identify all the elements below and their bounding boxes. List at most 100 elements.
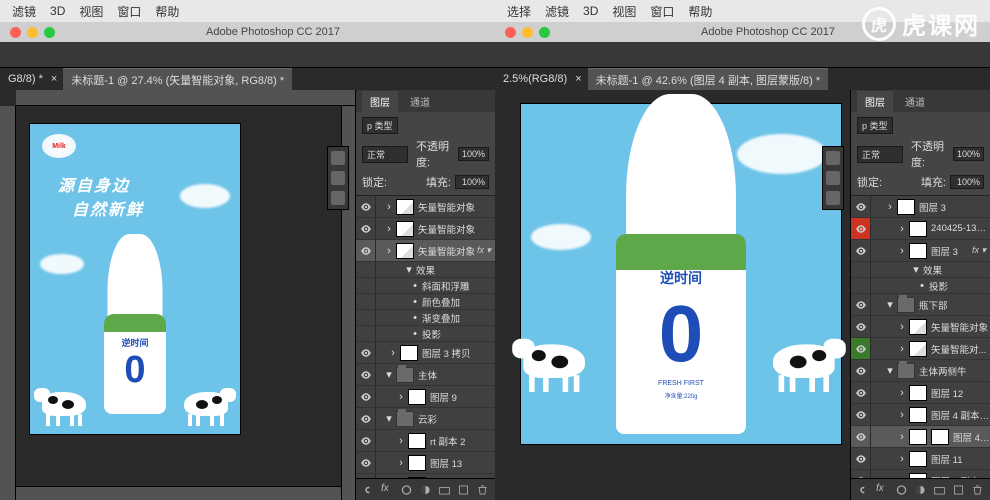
close-icon[interactable] bbox=[10, 27, 21, 38]
fx-badge[interactable]: fx ▾ bbox=[972, 245, 986, 256]
panel-icon[interactable] bbox=[331, 191, 345, 205]
maximize-icon[interactable] bbox=[539, 27, 550, 38]
visibility-toggle[interactable] bbox=[851, 278, 871, 293]
menu-item[interactable]: 选择 bbox=[507, 3, 531, 20]
visibility-toggle[interactable] bbox=[356, 452, 376, 473]
link-layers-icon[interactable] bbox=[857, 483, 870, 497]
chevron-down-icon[interactable]: ▾ bbox=[384, 370, 394, 380]
close-tab-icon[interactable]: × bbox=[575, 73, 581, 85]
chevron-right-icon[interactable]: › bbox=[897, 224, 907, 234]
chevron-right-icon[interactable]: › bbox=[384, 246, 394, 256]
layer-row[interactable]: ▾主体 bbox=[356, 364, 495, 386]
document-tab[interactable]: 未标题-1 @ 42.6% (图层 4 副本, 图层蒙版/8) * bbox=[588, 68, 828, 91]
layer-row[interactable]: •渐变叠加 bbox=[356, 310, 495, 326]
tab-channels[interactable]: 通道 bbox=[402, 91, 438, 112]
ruler-vertical[interactable] bbox=[0, 106, 16, 500]
chevron-right-icon[interactable]: › bbox=[897, 322, 907, 332]
tab-channels[interactable]: 通道 bbox=[897, 91, 933, 112]
mask-icon[interactable] bbox=[400, 483, 413, 497]
chevron-right-icon[interactable]: › bbox=[897, 476, 907, 479]
layer-row[interactable]: ›图层 3 拷贝 bbox=[356, 342, 495, 364]
chevron-right-icon[interactable]: › bbox=[897, 432, 907, 442]
layer-name[interactable]: 矢量智能对象 bbox=[418, 244, 477, 258]
visibility-toggle[interactable] bbox=[356, 474, 376, 478]
fill-field[interactable]: 100% bbox=[455, 175, 489, 189]
visibility-toggle[interactable] bbox=[356, 294, 376, 309]
layer-row[interactable]: ›图层 4 副本 bbox=[851, 426, 990, 448]
chevron-right-icon[interactable]: › bbox=[396, 392, 406, 402]
layer-row[interactable]: ▾ 瓶下部 bbox=[851, 294, 990, 316]
visibility-toggle[interactable] bbox=[356, 326, 376, 341]
scrollbar-horizontal[interactable] bbox=[16, 486, 341, 500]
group-icon[interactable] bbox=[933, 483, 946, 497]
layer-row[interactable]: ›图层 11 bbox=[851, 448, 990, 470]
close-icon[interactable] bbox=[505, 27, 516, 38]
layer-name[interactable]: 瓶下部 bbox=[919, 298, 990, 312]
fx-icon[interactable]: fx bbox=[381, 483, 394, 497]
visibility-toggle[interactable] bbox=[356, 310, 376, 325]
layer-name[interactable]: 效果 bbox=[416, 263, 495, 277]
group-icon[interactable] bbox=[438, 483, 451, 497]
layer-thumbnail[interactable] bbox=[909, 407, 927, 423]
visibility-toggle[interactable] bbox=[851, 218, 871, 239]
layer-row[interactable]: ›矢量智能对... bbox=[851, 338, 990, 360]
layer-thumbnail[interactable] bbox=[408, 455, 426, 471]
layer-thumbnail[interactable] bbox=[400, 345, 418, 361]
layer-filter-type[interactable]: p 类型 bbox=[362, 117, 398, 134]
layer-thumbnail[interactable] bbox=[909, 319, 927, 335]
layer-row[interactable]: › 240425-13030... bbox=[851, 218, 990, 240]
new-layer-icon[interactable] bbox=[457, 483, 470, 497]
layer-thumbnail[interactable] bbox=[909, 385, 927, 401]
blend-mode-select[interactable]: 正常 bbox=[362, 146, 408, 163]
layer-name[interactable]: 效果 bbox=[923, 263, 990, 277]
link-layers-icon[interactable] bbox=[362, 483, 375, 497]
panel-icon[interactable] bbox=[826, 151, 840, 165]
layer-row[interactable]: ›图层 13 bbox=[356, 452, 495, 474]
canvas-area[interactable]: Milk 源自身边 自然新鲜 逆时间 0 bbox=[0, 90, 355, 500]
layer-name[interactable]: 图层 3 bbox=[919, 200, 990, 214]
layer-row[interactable]: ›图层 12 bbox=[851, 382, 990, 404]
adjustment-icon[interactable] bbox=[419, 483, 432, 497]
layer-name[interactable]: 240425-13030... bbox=[931, 223, 990, 234]
visibility-toggle[interactable] bbox=[851, 338, 871, 359]
chevron-down-icon[interactable]: ▾ bbox=[384, 414, 394, 424]
layer-thumbnail[interactable] bbox=[396, 221, 414, 237]
tab-layers[interactable]: 图层 bbox=[362, 91, 398, 112]
layer-name[interactable]: 投影 bbox=[422, 327, 495, 341]
layer-thumbnail[interactable] bbox=[396, 199, 414, 215]
layer-thumbnail[interactable] bbox=[408, 477, 426, 479]
layer-row[interactable]: ›矢量智能对象 bbox=[356, 218, 495, 240]
layer-name[interactable]: 图层 3 拷贝 bbox=[422, 346, 495, 360]
layer-row[interactable]: ›rt 副本 2 bbox=[356, 430, 495, 452]
panel-icon[interactable] bbox=[331, 151, 345, 165]
menu-item[interactable]: 滤镜 bbox=[545, 3, 569, 20]
menu-item[interactable]: 滤镜 bbox=[12, 3, 36, 20]
visibility-toggle[interactable] bbox=[851, 316, 871, 337]
layer-thumbnail[interactable] bbox=[909, 221, 927, 237]
chevron-right-icon[interactable]: › bbox=[396, 436, 406, 446]
layer-list[interactable]: ›图层 3›240425-13030...›图层 3fx ▾▾效果•投影▾瓶下部… bbox=[851, 196, 990, 478]
layer-thumbnail[interactable] bbox=[909, 429, 927, 445]
layer-row[interactable]: › 图层 9 bbox=[356, 386, 495, 408]
layer-thumbnail[interactable] bbox=[909, 341, 927, 357]
visibility-toggle[interactable] bbox=[356, 262, 376, 277]
adjustment-icon[interactable] bbox=[914, 483, 927, 497]
layer-thumbnail[interactable] bbox=[408, 389, 426, 405]
layer-row[interactable]: •投影 bbox=[851, 278, 990, 294]
layer-name[interactable]: 图层 13 bbox=[430, 456, 495, 470]
layer-name[interactable]: 图层 9 bbox=[430, 390, 495, 404]
visibility-toggle[interactable] bbox=[356, 218, 376, 239]
chevron-down-icon[interactable]: ▾ bbox=[885, 300, 895, 310]
visibility-toggle[interactable] bbox=[851, 196, 871, 217]
layer-name[interactable]: 图层 4 副本 拷贝 bbox=[931, 408, 990, 422]
options-bar[interactable] bbox=[495, 42, 990, 68]
new-layer-icon[interactable] bbox=[952, 483, 965, 497]
opacity-field[interactable]: 100% bbox=[458, 147, 489, 161]
menu-item[interactable]: 3D bbox=[583, 4, 598, 18]
visibility-toggle[interactable] bbox=[851, 382, 871, 403]
options-bar[interactable] bbox=[0, 42, 495, 68]
layer-row[interactable]: ▾云彩 bbox=[356, 408, 495, 430]
visibility-toggle[interactable] bbox=[851, 426, 871, 447]
collapsed-panel-dock[interactable] bbox=[327, 146, 349, 210]
visibility-toggle[interactable] bbox=[356, 342, 376, 363]
